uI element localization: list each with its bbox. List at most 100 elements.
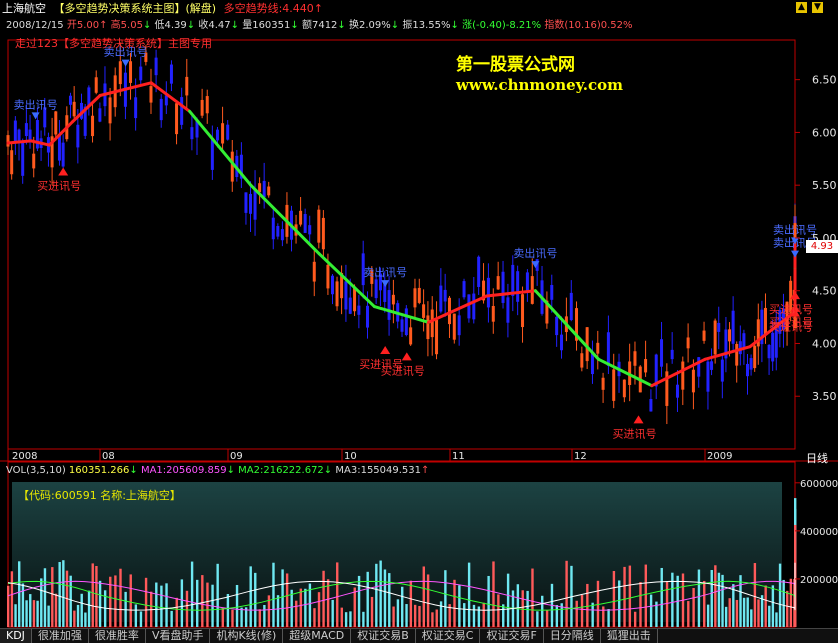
volume-bar: [782, 579, 785, 627]
volume-bar: [591, 602, 594, 627]
volume-bar: [36, 600, 39, 627]
volume-bar: [724, 606, 728, 627]
candle-body: [644, 359, 648, 373]
quote-low: 低4.39: [154, 20, 187, 31]
candle-body: [258, 183, 262, 193]
volume-bar: [771, 585, 775, 627]
volume-bar: [73, 610, 76, 627]
indicator-tab[interactable]: 权证交易C: [416, 629, 481, 643]
candle-body: [118, 61, 122, 85]
indicator-tab[interactable]: 日分隔线: [544, 629, 601, 643]
volume-bar: [703, 580, 706, 627]
candle-body: [149, 86, 153, 103]
indicator-tab[interactable]: 超级MACD: [283, 629, 352, 643]
candle-body: [435, 319, 439, 355]
volume-bar: [276, 595, 280, 627]
volume-bar: [612, 570, 616, 627]
volume-bar: [409, 580, 413, 627]
date-tick-label: 12: [574, 451, 587, 462]
volume-bar: [7, 585, 10, 627]
volume-bar: [47, 605, 50, 627]
volume-bar: [362, 611, 365, 627]
volume-bar: [32, 600, 36, 627]
volume-bar: [281, 569, 284, 627]
volume-bar: [29, 594, 32, 627]
candle-body: [516, 271, 520, 302]
candle-body: [501, 271, 505, 303]
indicator-tab[interactable]: 很准加强: [32, 629, 89, 643]
watermark-title: 第一股票公式网: [456, 55, 575, 75]
candle-body: [506, 297, 510, 323]
vol-ma1: MA1:205609.859: [140, 465, 227, 476]
volume-bar: [565, 560, 568, 627]
candle-body: [391, 294, 395, 305]
volume-bar: [370, 596, 374, 627]
volume-bar: [258, 609, 262, 627]
candle-body: [525, 272, 529, 293]
candle-body: [303, 214, 307, 233]
watermark-url: www.chnmoney.com: [456, 76, 623, 94]
scroll-up-button[interactable]: ▲: [796, 2, 807, 13]
volume-bar: [536, 611, 539, 627]
volume-bar: [618, 580, 621, 627]
volume-bar: [586, 583, 589, 627]
indicator-tab[interactable]: 机构K线(修): [210, 629, 284, 643]
system-title: 【多空趋势决策系统主图】(解盘): [53, 2, 217, 15]
ma3-arrow-icon: ↑: [421, 465, 430, 476]
vol-title: VOL(3,5,10): [6, 465, 66, 476]
price-tick-label: 4.00: [812, 337, 837, 350]
indicator-tab[interactable]: 很准胜率: [89, 629, 146, 643]
scroll-down-button[interactable]: ▼: [812, 2, 823, 13]
volume-bar: [786, 590, 789, 627]
volume-bar: [119, 568, 122, 627]
volume-bar: [541, 595, 544, 627]
candle-body: [308, 225, 312, 235]
candle-body: [94, 77, 98, 93]
candle-body: [742, 333, 746, 349]
volume-bar: [349, 611, 352, 627]
volume-bar: [644, 564, 647, 627]
sell-signal-marker: [791, 250, 799, 258]
buy-signal-label: 买进讯号: [37, 179, 81, 192]
candle-body: [280, 229, 284, 241]
date-tick-label: 2009: [707, 451, 732, 462]
candle-body: [374, 279, 378, 299]
indicator-tab[interactable]: 狐狸出击: [601, 629, 658, 643]
buy-signal-marker: [58, 167, 69, 176]
volume-bar: [439, 601, 443, 627]
volume-bar: [299, 588, 302, 627]
stock-info-box: 【代码:600591 名称:上海航空】: [18, 489, 181, 502]
volume-bar: [353, 587, 356, 627]
volume-bar: [467, 562, 471, 627]
volume-bar: [58, 562, 61, 627]
candle-body: [54, 111, 58, 135]
candle-body: [129, 61, 133, 83]
volume-bar: [170, 610, 173, 627]
volume-bar: [43, 568, 47, 627]
candle-body: [35, 120, 39, 149]
candle-body: [32, 153, 36, 169]
candle-body: [702, 330, 706, 341]
volume-bar: [76, 604, 80, 627]
candle-body: [706, 361, 710, 392]
indicator-tab[interactable]: KDJ: [0, 629, 32, 643]
candle-body: [330, 275, 334, 295]
date-tick-label: 11: [452, 451, 465, 462]
low-arrow-icon: ↓: [186, 20, 196, 31]
candle-body: [633, 351, 637, 366]
candle-body: [649, 398, 653, 412]
volume-bar: [506, 573, 510, 627]
volume-bar: [185, 590, 189, 627]
volume-bar: [623, 566, 626, 627]
indicator-tab[interactable]: 权证交易F: [480, 629, 544, 643]
candle-body: [366, 305, 370, 328]
trend-line-segment: [533, 289, 601, 361]
candle-body: [409, 327, 413, 345]
price-tick-label: 4.50: [812, 285, 837, 298]
indicator-tab[interactable]: 权证交易B: [351, 629, 416, 643]
candle-body: [185, 76, 189, 96]
quote-high: 高5.05: [110, 20, 143, 31]
indicator-tab[interactable]: V看盘助手: [146, 629, 211, 643]
open-arrow-icon: ↑: [99, 20, 108, 31]
volume-bar: [388, 573, 391, 627]
